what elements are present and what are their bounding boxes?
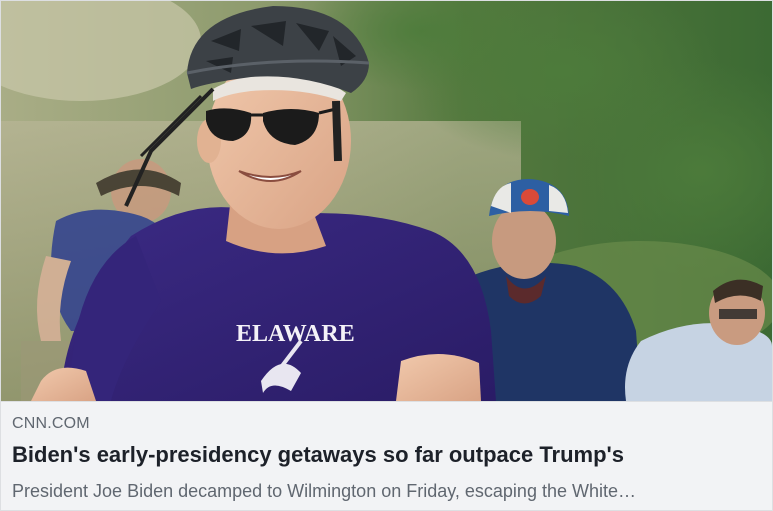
link-preview-card[interactable]: ELAWARE CNN.COM Biden's early-presidency… bbox=[0, 0, 773, 511]
article-photo[interactable]: ELAWARE bbox=[1, 1, 772, 401]
source-domain: CNN.COM bbox=[12, 415, 90, 432]
article-description: President Joe Biden decamped to Wilmingt… bbox=[12, 481, 636, 501]
article-headline[interactable]: Biden's early-presidency getaways so far… bbox=[12, 442, 624, 468]
shirt-lettering: ELAWARE bbox=[236, 321, 355, 347]
cyclists-photo: ELAWARE bbox=[1, 1, 772, 401]
link-preview-meta[interactable]: CNN.COM Biden's early-presidency getaway… bbox=[1, 401, 772, 510]
